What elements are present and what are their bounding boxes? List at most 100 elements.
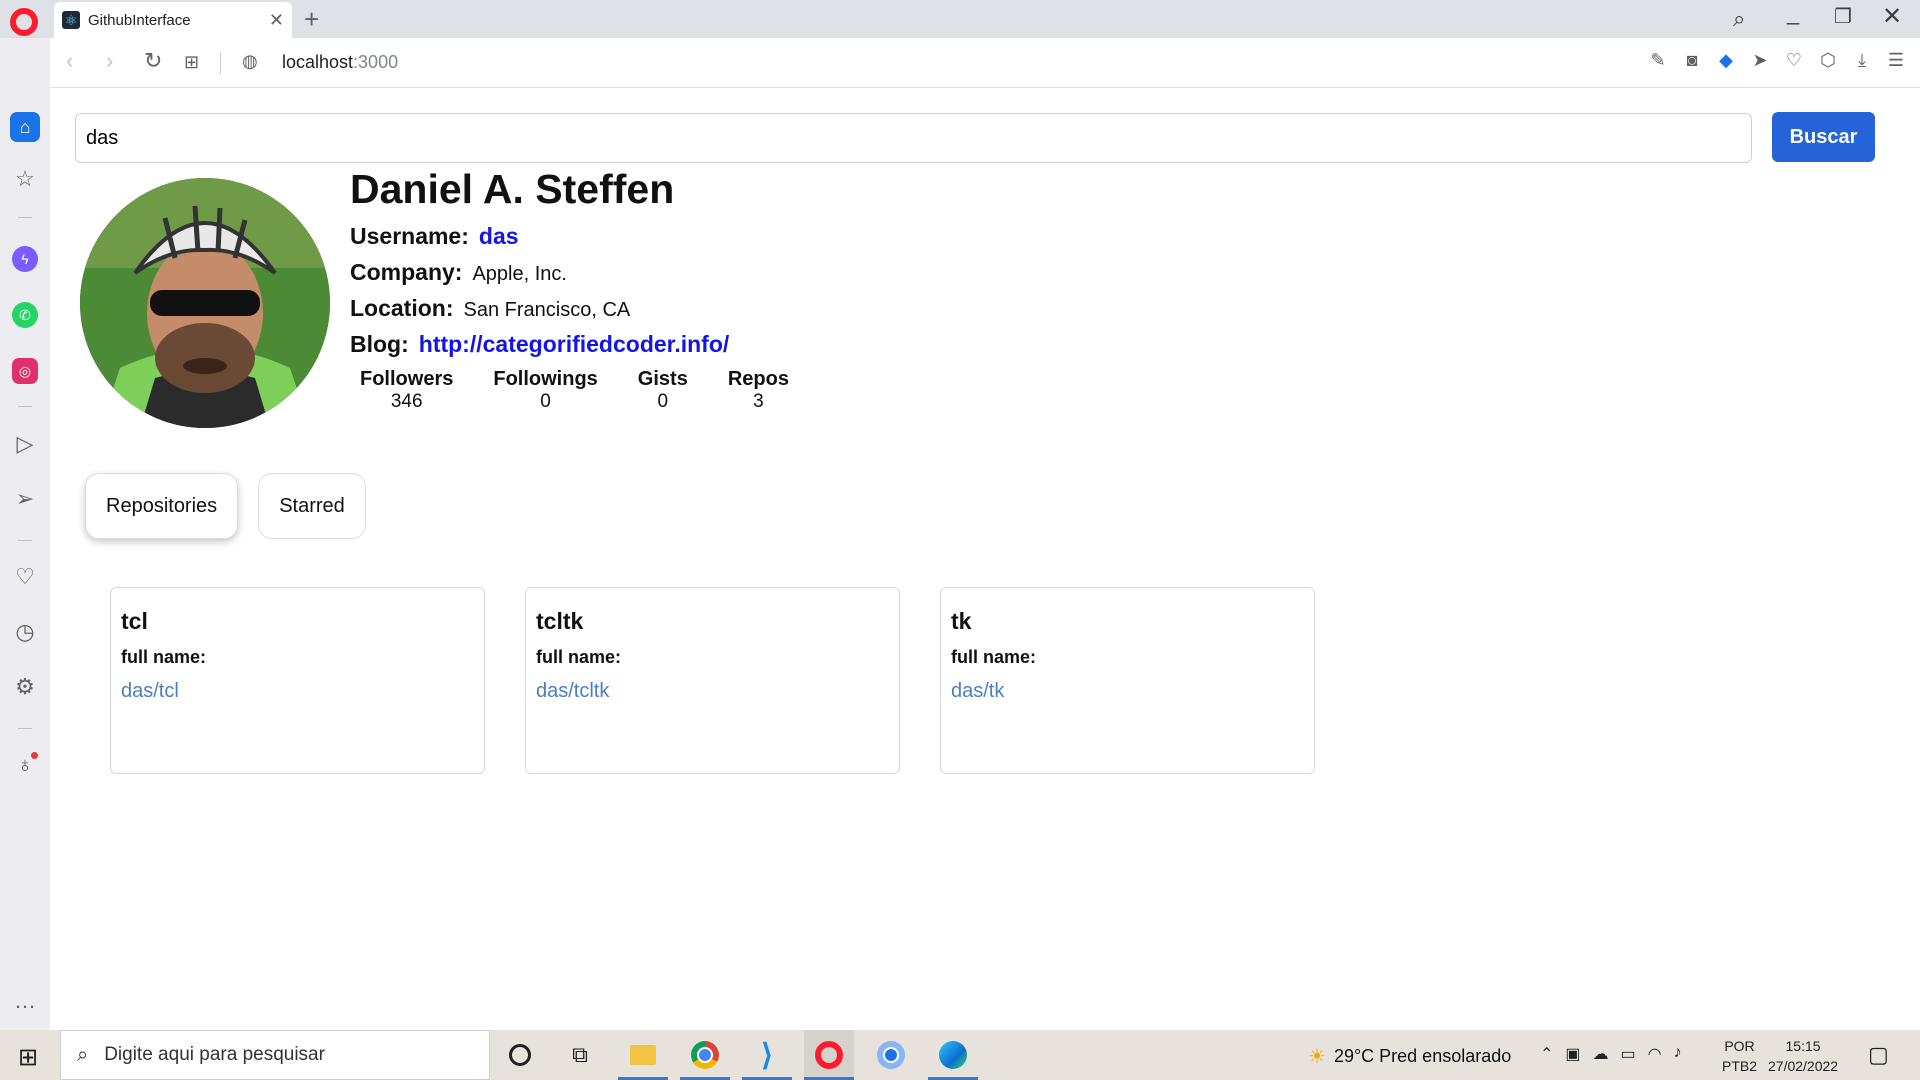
taskbar-cortana[interactable] — [495, 1030, 545, 1080]
cube-icon[interactable]: ⬡ — [1818, 50, 1838, 71]
sidebar-whatsapp[interactable]: ✆ — [0, 300, 50, 328]
tab-repositories[interactable]: Repositories — [85, 473, 238, 539]
blog-row: Blog: http://categorifiedcoder.info/ — [350, 331, 729, 358]
repo-name: tcl — [121, 608, 148, 634]
browser-tab[interactable]: ⚛ GithubInterface ✕ — [54, 2, 292, 38]
sidebar-bookmarks[interactable]: ☆ — [0, 166, 50, 192]
repo-name: tcltk — [536, 608, 584, 634]
system-tray: ⌃ ▣ ☁ ▭ ◠ ♪ — [1540, 1044, 1682, 1064]
browser-toolbar: ✎ ◙ ◆ ➤ ♡ ⬡ ⤓ ☰ — [1648, 50, 1906, 71]
tab-search-icon[interactable]: ⌕ — [1733, 6, 1745, 32]
blog-label: Blog: — [350, 331, 409, 357]
blog-link[interactable]: http://categorifiedcoder.info/ — [419, 331, 730, 358]
repo-card: tk full name: das/tk — [940, 587, 1315, 774]
sidebar-messenger[interactable]: ϟ — [0, 244, 50, 272]
taskbar-chrome[interactable] — [680, 1030, 730, 1080]
url-field[interactable]: localhost:3000 — [282, 52, 398, 73]
settings-menu-icon[interactable]: ☰ — [1886, 50, 1906, 71]
repo-full-name-link[interactable]: das/tcl — [121, 680, 474, 703]
chrome-icon — [877, 1041, 905, 1069]
repo-full-name-link[interactable]: das/tcltk — [536, 680, 889, 703]
tab-starred[interactable]: Starred — [258, 473, 366, 539]
clock-time: 15:15 — [1785, 1038, 1821, 1054]
company-value: Apple, Inc. — [472, 263, 567, 285]
taskbar-search[interactable]: ⌕ Digite aqui para pesquisar — [60, 1030, 490, 1080]
taskbar-vscode[interactable]: ⟩ — [742, 1030, 792, 1080]
sidebar-favorites[interactable]: ♡ — [0, 564, 50, 590]
sidebar-separator — [18, 406, 32, 407]
send-icon: ➢ — [15, 486, 35, 511]
taskbar-task-view[interactable]: ⧉ — [555, 1030, 605, 1080]
sidebar-instagram[interactable]: ◎ — [0, 356, 50, 384]
clock[interactable]: 15:15 27/02/2022 — [1768, 1036, 1838, 1076]
onedrive-icon[interactable]: ☁ — [1593, 1044, 1609, 1064]
meet-icon[interactable]: ▣ — [1565, 1044, 1580, 1064]
messenger-icon: ϟ — [12, 246, 38, 272]
tab-close-icon[interactable]: ✕ — [269, 10, 284, 31]
sidebar-home[interactable]: ⌂ — [0, 112, 50, 142]
sun-icon: ☀ — [1308, 1046, 1326, 1068]
back-button[interactable]: ‹ — [66, 48, 73, 74]
sidebar-separator — [18, 217, 32, 218]
search-input[interactable] — [75, 113, 1752, 163]
new-tab-button[interactable]: + — [304, 4, 319, 35]
taskbar-opera[interactable] — [804, 1030, 854, 1080]
forward-button[interactable]: › — [106, 48, 113, 74]
url-host: localhost — [282, 52, 354, 72]
opera-sidebar: ⌂ ☆ ϟ ✆ ◎ ▷ ➢ ♡ ◷ ⚙ ♁ … — [0, 38, 50, 1030]
windows-taskbar: ⊞ ⌕ Digite aqui para pesquisar ⧉ ⟩ ☀ 29°… — [0, 1030, 1920, 1080]
opera-menu-icon[interactable] — [10, 8, 38, 36]
restore-button[interactable]: ❐ — [1834, 4, 1852, 29]
reload-button[interactable]: ↻ — [144, 48, 162, 74]
repo-full-name-link[interactable]: das/tk — [951, 680, 1304, 703]
repo-card: tcl full name: das/tcl — [110, 587, 485, 774]
sidebar-tips[interactable]: ♁ — [0, 752, 50, 778]
battery-icon[interactable]: ▭ — [1621, 1044, 1636, 1064]
more-icon: … — [14, 988, 36, 1013]
send-icon[interactable]: ➤ — [1750, 50, 1770, 71]
url-port: :3000 — [353, 52, 399, 72]
sidebar-history[interactable]: ◷ — [0, 619, 50, 645]
tab-title: GithubInterface — [88, 11, 191, 29]
react-favicon-icon: ⚛ — [62, 11, 80, 29]
lang-code: POR — [1724, 1038, 1755, 1054]
taskbar-chrome-2[interactable] — [866, 1030, 916, 1080]
minimize-button[interactable]: _ — [1787, 0, 1799, 26]
search-button[interactable]: Buscar — [1772, 112, 1875, 162]
vscode-icon: ⟩ — [761, 1038, 773, 1072]
folder-icon — [630, 1045, 656, 1065]
search-icon: ⌕ — [77, 1043, 89, 1066]
taskbar-search-placeholder: Digite aqui para pesquisar — [104, 1044, 325, 1065]
sidebar-more[interactable]: … — [0, 988, 50, 1014]
stat-label: Followings — [493, 368, 598, 390]
language-indicator[interactable]: POR PTB2 — [1722, 1036, 1757, 1076]
speed-dial-icon[interactable]: ⊞ — [184, 52, 199, 73]
gear-icon: ⚙ — [15, 674, 35, 699]
edit-icon[interactable]: ✎ — [1648, 50, 1668, 71]
volume-icon[interactable]: ♪ — [1674, 1044, 1682, 1064]
taskbar-edge[interactable] — [928, 1030, 978, 1080]
taskbar-file-explorer[interactable] — [618, 1030, 668, 1080]
cortana-icon — [509, 1044, 531, 1066]
notification-icon[interactable]: ▢ — [1868, 1042, 1889, 1068]
stat-value: 0 — [657, 391, 669, 412]
username-link[interactable]: das — [479, 223, 519, 250]
camera-icon[interactable]: ◙ — [1682, 50, 1702, 71]
sidebar-flow[interactable]: ➢ — [0, 486, 50, 512]
vpn-shield-icon[interactable]: ◆ — [1716, 50, 1736, 71]
notification-dot — [31, 752, 38, 759]
company-label: Company: — [350, 259, 463, 285]
close-window-button[interactable]: ✕ — [1882, 2, 1902, 31]
username-row: Username: das — [350, 223, 519, 250]
sidebar-settings[interactable]: ⚙ — [0, 674, 50, 700]
chevron-up-icon[interactable]: ⌃ — [1540, 1044, 1553, 1064]
globe-icon[interactable]: ◍ — [242, 51, 258, 72]
repo-card: tcltk full name: das/tcltk — [525, 587, 900, 774]
heart-icon[interactable]: ♡ — [1784, 50, 1804, 71]
location-label: Location: — [350, 295, 454, 321]
weather-widget[interactable]: ☀ 29°C Pred ensolarado — [1308, 1044, 1511, 1069]
sidebar-player[interactable]: ▷ — [0, 431, 50, 457]
wifi-icon[interactable]: ◠ — [1648, 1044, 1662, 1064]
download-icon[interactable]: ⤓ — [1852, 50, 1872, 71]
windows-start-icon[interactable]: ⊞ — [18, 1043, 38, 1072]
